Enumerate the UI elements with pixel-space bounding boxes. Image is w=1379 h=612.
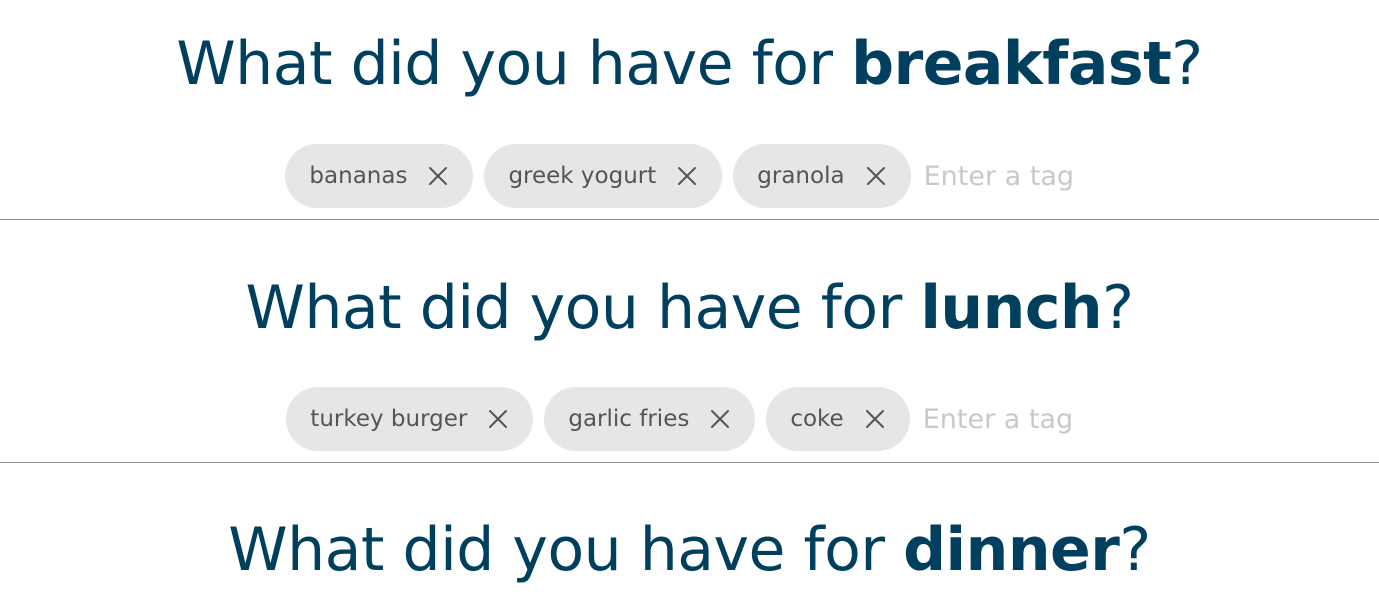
question-heading-breakfast: What did you have for breakfast?: [0, 0, 1379, 94]
tag-chip: bananas: [285, 144, 474, 208]
tag-input-container-lunch: turkey burger garlic fries coke: [0, 387, 1379, 451]
meal-word: dinner: [903, 515, 1120, 585]
meal-section-breakfast: What did you have for breakfast? bananas…: [0, 0, 1379, 220]
question-suffix: ?: [1171, 29, 1203, 99]
tag-label: greek yogurt: [508, 163, 657, 189]
question-prefix: What did you have for: [245, 273, 921, 343]
tag-entry-input[interactable]: [922, 403, 1093, 435]
tag-label: coke: [790, 406, 844, 432]
meal-section-dinner: What did you have for dinner?: [0, 463, 1379, 612]
close-icon[interactable]: [863, 163, 889, 189]
meal-section-lunch: What did you have for lunch? turkey burg…: [0, 220, 1379, 463]
tag-label: bananas: [309, 163, 408, 189]
question-suffix: ?: [1102, 273, 1134, 343]
tag-label: garlic fries: [568, 406, 690, 432]
question-prefix: What did you have for: [228, 515, 904, 585]
question-suffix: ?: [1119, 515, 1151, 585]
tag-chip: turkey burger: [286, 387, 534, 451]
tag-chip: granola: [733, 144, 911, 208]
tag-label: granola: [757, 163, 845, 189]
close-icon[interactable]: [862, 406, 888, 432]
tag-chip: garlic fries: [544, 387, 756, 451]
close-icon[interactable]: [485, 406, 511, 432]
tag-chip: coke: [766, 387, 910, 451]
meal-word: lunch: [920, 273, 1103, 343]
close-icon[interactable]: [707, 406, 733, 432]
question-heading-dinner: What did you have for dinner?: [0, 463, 1379, 580]
tag-entry-input[interactable]: [923, 160, 1094, 192]
question-prefix: What did you have for: [176, 29, 852, 99]
tag-input-container-breakfast: bananas greek yogurt granola: [0, 144, 1379, 208]
question-heading-lunch: What did you have for lunch?: [0, 220, 1379, 338]
meal-word: breakfast: [851, 29, 1172, 99]
close-icon[interactable]: [425, 163, 451, 189]
tag-label: turkey burger: [310, 406, 468, 432]
close-icon[interactable]: [674, 163, 700, 189]
tag-chip: greek yogurt: [484, 144, 723, 208]
